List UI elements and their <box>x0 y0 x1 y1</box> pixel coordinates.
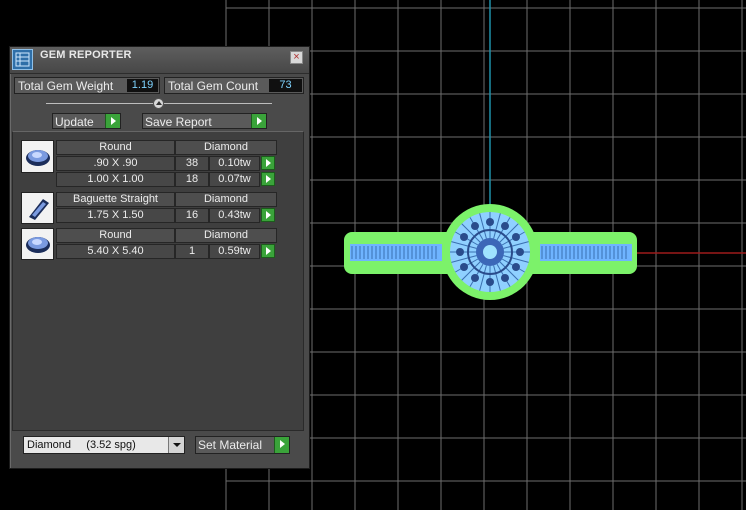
halo-gem <box>471 222 479 231</box>
gem-size: 1.00 X 1.00 <box>56 172 175 187</box>
set-material-button-label: Set Material <box>198 438 263 452</box>
save-report-button-label: Save Report <box>145 115 212 129</box>
total-gem-count: Total Gem Count 73 <box>164 77 304 94</box>
halo-gem <box>456 248 464 256</box>
material-select[interactable]: Diamond (3.52 spg) <box>23 436 185 454</box>
gem-count: 18 <box>175 172 209 187</box>
gem-material: Diamond <box>175 140 277 155</box>
halo-gem <box>516 248 524 256</box>
save-report-button[interactable]: Save Report <box>142 113 267 129</box>
round-gem-icon <box>21 228 54 260</box>
gem-material: Diamond <box>175 192 277 207</box>
gem-weight: 0.10tw <box>209 156 260 171</box>
halo-gem <box>486 218 494 226</box>
total-gem-weight-label: Total Gem Weight <box>18 79 114 93</box>
halo-gem <box>471 273 479 282</box>
halo-gem <box>486 278 494 286</box>
panel-title: GEM REPORTER <box>40 49 132 61</box>
gem-size: 1.75 X 1.50 <box>56 208 175 223</box>
select-gem-row-button[interactable] <box>261 244 275 258</box>
gem-shape: Baguette Straight <box>56 192 175 207</box>
update-button-label: Update <box>55 115 94 129</box>
gem-weight: 0.07tw <box>209 172 260 187</box>
material-select-value: Diamond (3.52 spg) <box>27 439 136 451</box>
gem-size: 5.40 X 5.40 <box>56 244 175 259</box>
gem-size: .90 X .90 <box>56 156 175 171</box>
gem-reporter-panel: GEM REPORTER × Total Gem Weight 1.19 Tot… <box>9 46 310 469</box>
update-button[interactable]: Update <box>52 113 121 129</box>
halo-gem <box>460 233 469 241</box>
material-bar: Diamond (3.52 spg) Set Material <box>10 430 309 468</box>
select-gem-row-button[interactable] <box>261 156 275 170</box>
close-icon: × <box>293 51 300 63</box>
gem-count: 1 <box>175 244 209 259</box>
set-material-button[interactable]: Set Material <box>195 436 290 454</box>
select-gem-row-button[interactable] <box>261 172 275 186</box>
center-stone-table <box>483 245 497 259</box>
play-arrow-icon <box>105 114 120 128</box>
baguette-gem-icon <box>21 192 54 224</box>
halo-gem <box>511 263 520 271</box>
total-gem-count-label: Total Gem Count <box>168 79 259 93</box>
gem-count: 38 <box>175 156 209 171</box>
halo-gem <box>460 263 469 271</box>
select-gem-row-button[interactable] <box>261 208 275 222</box>
gem-count: 16 <box>175 208 209 223</box>
gem-reporter-logo-icon <box>12 49 33 70</box>
gem-list: Round Diamond .90 X .90 38 0.10tw 1.00 X… <box>12 131 304 431</box>
gem-weight: 0.59tw <box>209 244 260 259</box>
gem-shape: Round <box>56 140 175 155</box>
total-gem-weight: Total Gem Weight 1.19 <box>14 77 160 94</box>
chevron-down-icon[interactable] <box>168 437 184 453</box>
gem-shape: Round <box>56 228 175 243</box>
panel-titlebar[interactable]: GEM REPORTER × <box>10 47 309 74</box>
play-arrow-icon <box>251 114 266 128</box>
close-button[interactable]: × <box>290 51 303 64</box>
total-gem-weight-value: 1.19 <box>127 79 158 92</box>
gem-weight: 0.43tw <box>209 208 260 223</box>
round-gem-icon <box>21 140 54 173</box>
gem-material: Diamond <box>175 228 277 243</box>
total-gem-count-value: 73 <box>269 79 302 92</box>
size-slider-handle[interactable] <box>153 98 164 109</box>
play-arrow-icon <box>274 437 289 453</box>
halo-gem <box>501 273 509 282</box>
halo-gem <box>511 233 520 241</box>
halo-gem <box>501 222 509 231</box>
